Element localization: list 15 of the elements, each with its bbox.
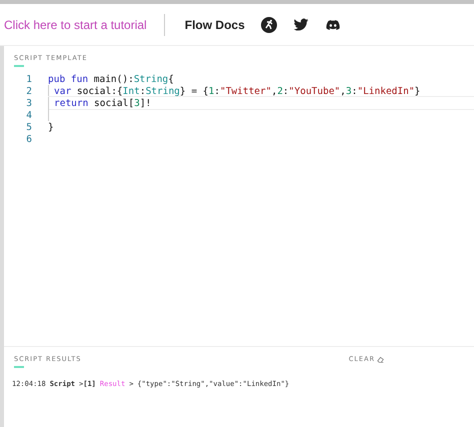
line-number: 4 — [25, 110, 32, 120]
twitter-icon[interactable] — [292, 16, 309, 32]
code-line: } — [48, 122, 54, 132]
line-number: 5 — [25, 122, 32, 132]
eraser-icon — [377, 356, 384, 362]
code-line: var social:{Int:String} = {1:"Twitter",2:"YouTube",3:"LinkedIn"} — [54, 86, 420, 96]
code-line: return social[3]! — [54, 98, 152, 108]
code-line: pub fun main():String{ — [48, 74, 174, 84]
docs-link[interactable]: Flow Docs — [184, 18, 245, 32]
line-number: 3 — [25, 98, 32, 108]
tutorial-link[interactable]: Click here to start a tutorial — [4, 18, 147, 32]
runner-icon[interactable] — [260, 16, 277, 32]
line-number: 2 — [25, 86, 32, 96]
line-number: 1 — [25, 74, 32, 84]
line-number: 6 — [25, 134, 32, 144]
